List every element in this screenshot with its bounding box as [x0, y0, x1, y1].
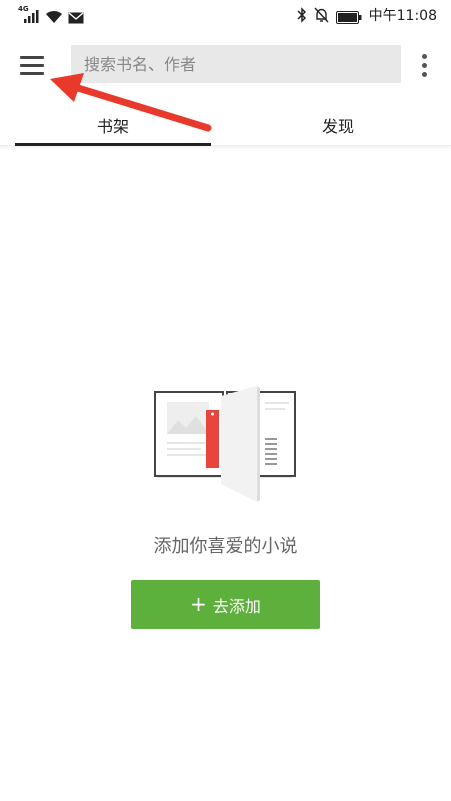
menu-button[interactable] — [20, 50, 52, 80]
mute-bell-icon — [314, 7, 329, 23]
hamburger-icon-bar — [20, 55, 44, 59]
status-bar-left: 4G — [18, 5, 84, 24]
app-toolbar — [0, 40, 451, 92]
status-time: 中午11:08 — [368, 8, 437, 24]
search-box[interactable] — [71, 45, 401, 83]
tab-bookshelf[interactable]: 书架 — [15, 104, 211, 146]
signal-icon: 4G — [18, 5, 40, 24]
bluetooth-icon — [297, 7, 307, 23]
tab-bar: 书架 发现 — [0, 104, 451, 146]
mail-icon — [68, 10, 84, 24]
battery-icon — [335, 9, 362, 24]
tab-discover[interactable]: 发现 — [240, 104, 436, 146]
more-dot-icon — [421, 53, 427, 59]
status-bar-right: 中午11:08 — [297, 5, 437, 25]
add-book-button-label: 去添加 — [212, 596, 261, 616]
more-dot-icon — [421, 71, 427, 77]
hamburger-icon-bar — [20, 63, 44, 67]
status-bar: 4G 中午11:08 — [0, 0, 451, 30]
more-dot-icon — [421, 62, 427, 68]
add-book-button[interactable]: + 去添加 — [131, 580, 320, 629]
empty-bookshelf-illustration — [152, 382, 298, 504]
hamburger-icon-bar — [20, 71, 44, 75]
wifi-icon — [45, 8, 63, 24]
plus-icon: + — [190, 591, 207, 616]
empty-state-message: 添加你喜爱的小说 — [153, 536, 298, 557]
search-input[interactable] — [71, 45, 401, 83]
more-options-button[interactable] — [414, 52, 434, 78]
active-tab-indicator — [15, 143, 211, 146]
